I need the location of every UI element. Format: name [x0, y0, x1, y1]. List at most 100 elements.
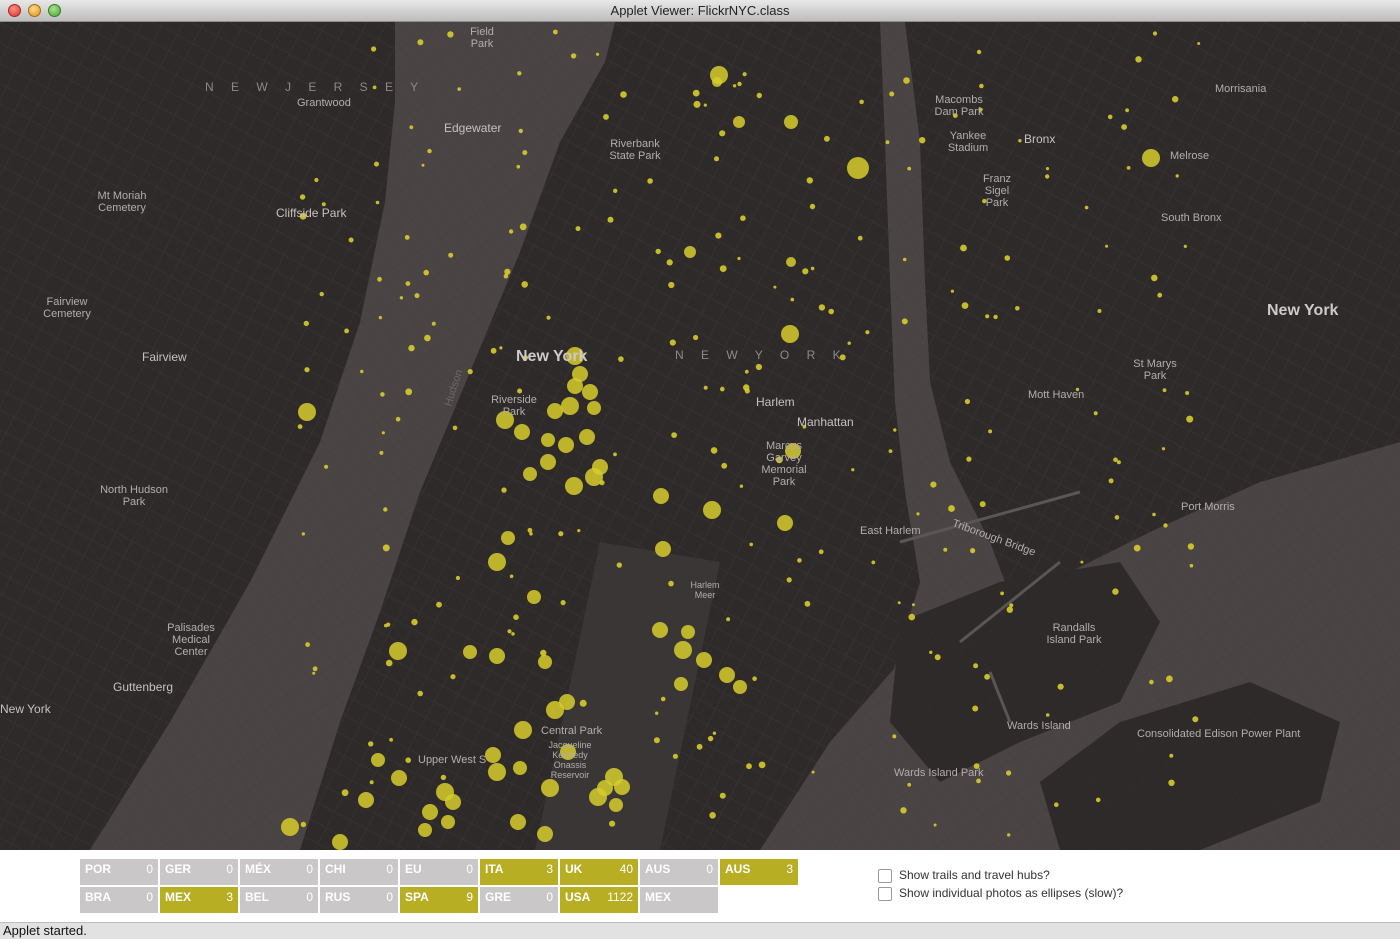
photo-point — [897, 601, 901, 605]
label-reservoir: Jacqueline Kennedy Onassis Reservoir — [548, 740, 592, 780]
trails-checkbox[interactable] — [878, 869, 892, 883]
photo-point — [786, 577, 792, 583]
photo-point — [1189, 563, 1194, 568]
photo-cluster-dot — [527, 590, 541, 604]
label-st-marys-park: St Marys Park — [1133, 358, 1177, 382]
photo-point — [1116, 460, 1121, 465]
photo-point — [934, 654, 941, 661]
country-code: AUS — [645, 862, 671, 876]
photo-point — [818, 304, 826, 311]
photo-point — [383, 507, 388, 512]
photo-point — [427, 148, 432, 154]
map-svg — [0, 22, 1400, 850]
photo-point — [620, 91, 627, 98]
country-cell[interactable]: MEX 3 — [160, 887, 238, 913]
country-code: BEL — [245, 890, 269, 904]
photo-cluster-dot — [582, 384, 598, 400]
photo-point — [1000, 591, 1004, 596]
photo-point — [744, 388, 750, 394]
photo-point — [719, 792, 726, 799]
country-cell[interactable]: GER 0 — [160, 859, 238, 885]
photo-cluster-dot — [441, 815, 455, 829]
photo-point — [742, 72, 747, 77]
photo-point — [908, 613, 916, 621]
photo-point — [440, 774, 447, 781]
photo-point — [324, 464, 329, 469]
country-count: 0 — [386, 862, 393, 876]
country-cell[interactable]: AUS 3 — [720, 859, 798, 885]
photo-point — [707, 735, 714, 742]
photo-point — [979, 83, 984, 89]
photo-point — [911, 603, 915, 607]
photo-point — [1161, 447, 1166, 451]
photo-point — [375, 200, 380, 205]
photo-point — [892, 734, 897, 739]
photo-cluster-dot — [587, 401, 601, 415]
photo-point — [1152, 31, 1158, 36]
photo-point — [1187, 543, 1195, 550]
country-cell[interactable]: UK 40 — [560, 859, 638, 885]
window-title: Applet Viewer: FlickrNYC.class — [610, 3, 790, 18]
photo-point — [603, 114, 609, 120]
country-cell[interactable]: BRA 0 — [80, 887, 158, 913]
country-cell[interactable]: USA 1122 — [560, 887, 638, 913]
country-cell[interactable]: ITA 3 — [480, 859, 558, 885]
photo-point — [1015, 306, 1020, 311]
photo-point — [570, 53, 577, 59]
photo-point — [970, 548, 976, 554]
label-bronx: Bronx — [1024, 132, 1056, 146]
photo-point — [417, 39, 424, 46]
photo-cluster-dot — [298, 403, 316, 421]
country-cell[interactable]: EU 0 — [400, 859, 478, 885]
ellipses-checkbox[interactable] — [878, 887, 892, 901]
country-cell[interactable]: GRE 0 — [480, 887, 558, 913]
photo-point — [719, 130, 726, 137]
photo-point — [431, 321, 436, 326]
country-cell[interactable]: AUS 0 — [640, 859, 718, 885]
country-cell[interactable]: MEX — [640, 887, 718, 913]
photo-point — [647, 178, 653, 184]
photo-cluster-dot — [674, 641, 692, 659]
photo-point — [618, 356, 624, 362]
photo-point — [1084, 205, 1089, 210]
photo-point — [405, 757, 412, 763]
photo-point — [517, 388, 523, 394]
country-cell[interactable]: CHI 0 — [320, 859, 398, 885]
country-code: GER — [165, 862, 192, 876]
photo-point — [693, 100, 701, 108]
photo-point — [885, 140, 890, 145]
country-count: 40 — [619, 862, 633, 876]
photo-point — [1107, 114, 1113, 120]
photo-point — [386, 622, 391, 627]
photo-point — [930, 481, 937, 488]
photo-point — [746, 763, 752, 770]
photo-point — [653, 737, 660, 744]
country-count: 0 — [706, 862, 713, 876]
photo-point — [1080, 560, 1084, 564]
photo-point — [719, 265, 727, 272]
photo-point — [613, 188, 618, 193]
photo-point — [414, 293, 420, 299]
photo-cluster-dot — [513, 761, 527, 775]
country-code: AUS — [725, 862, 751, 876]
photo-point — [773, 285, 777, 289]
photo-point — [744, 369, 749, 374]
photo-point — [1172, 96, 1179, 103]
photo-cluster-dot — [523, 467, 537, 481]
country-cell[interactable]: SPA 9 — [400, 887, 478, 913]
country-count: 0 — [546, 890, 553, 904]
photo-point — [976, 778, 981, 784]
map-canvas[interactable]: N E W J E R S E Y N E W Y O R K New York… — [0, 22, 1400, 850]
photo-point — [1045, 713, 1050, 717]
country-count: 0 — [306, 890, 313, 904]
photo-cluster-dot — [537, 826, 553, 842]
photo-point — [312, 666, 318, 672]
country-cell[interactable]: BEL 0 — [240, 887, 318, 913]
country-cell[interactable]: RUS 0 — [320, 887, 398, 913]
country-cell[interactable]: MÉX 0 — [240, 859, 318, 885]
photo-point — [457, 87, 462, 91]
country-cell[interactable]: POR 0 — [80, 859, 158, 885]
photo-point — [417, 690, 424, 697]
photo-point — [1175, 174, 1179, 178]
photo-point — [374, 161, 379, 167]
